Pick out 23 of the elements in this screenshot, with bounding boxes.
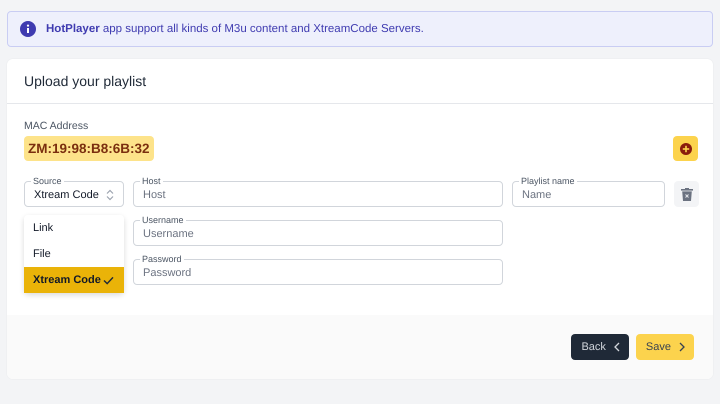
field-label: Password [140, 254, 184, 264]
chevron-icon [614, 342, 620, 352]
mac-address-label: MAC Address [24, 120, 90, 132]
delete-button[interactable] [674, 181, 699, 207]
dropdown-option[interactable]: File [24, 241, 124, 267]
plus-icon [680, 142, 692, 154]
dropdown-option[interactable]: Xtream Code [24, 267, 124, 293]
dropdown-option[interactable]: Link [24, 215, 124, 241]
mac-address-value: ZM:19:98:B8:6B:32 [24, 136, 154, 161]
info-icon [20, 21, 36, 37]
field-label: Playlist name [519, 176, 577, 186]
trash-icon [680, 188, 692, 200]
field-label: Username [140, 215, 186, 225]
field-label: Host [140, 176, 163, 186]
check-icon [103, 276, 114, 284]
back-button[interactable]: Back [571, 334, 629, 360]
up-down-chevron-icon [106, 189, 114, 201]
chevron-icon [679, 342, 685, 352]
info-message: HotPlayer app support all kinds of M3u content and XtreamCode Servers. [46, 23, 424, 35]
add-button[interactable] [673, 136, 698, 161]
card-title: Upload your playlist [24, 73, 146, 89]
field-label: Source [31, 176, 64, 186]
save-button[interactable]: Save [636, 334, 694, 360]
